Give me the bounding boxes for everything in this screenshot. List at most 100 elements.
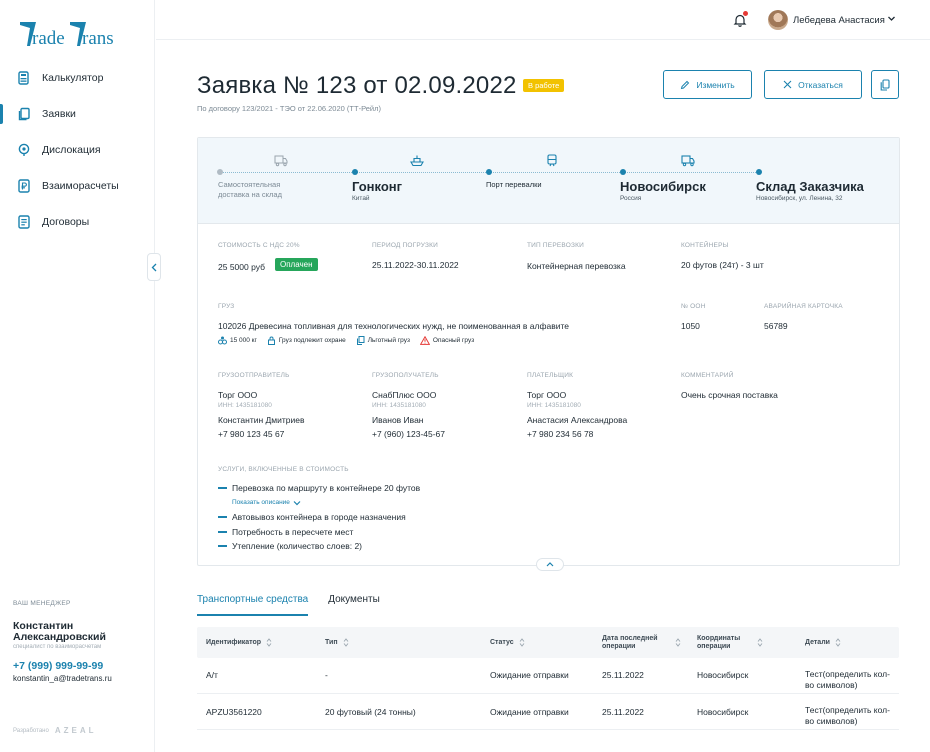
chevron-down-icon bbox=[293, 500, 301, 505]
consignee-label: ГРУЗОПОЛУЧАТЕЛЬ bbox=[372, 372, 439, 379]
column-header-label: Идентификатор bbox=[206, 638, 262, 646]
comment-label: КОММЕНТАРИЙ bbox=[681, 372, 734, 379]
cell-identifier: APZU3561220 bbox=[206, 707, 262, 717]
tabs: Транспортные средства Документы bbox=[197, 594, 380, 616]
sidebar-item-calculator[interactable]: Калькулятор bbox=[0, 60, 155, 96]
sidebar-item-settlements[interactable]: Взаиморасчеты bbox=[0, 168, 155, 204]
sidebar-item-orders[interactable]: Заявки bbox=[0, 96, 155, 132]
consignee-phone: +7 (960) 123-45-67 bbox=[372, 429, 446, 439]
cargo-tag-label: Опасный груз bbox=[432, 337, 475, 344]
cancel-button-label: Отказаться bbox=[798, 79, 843, 90]
cell-identifier: А/т bbox=[206, 670, 218, 680]
consignee-contact: Иванов Иван bbox=[372, 415, 424, 425]
copy-button[interactable] bbox=[871, 70, 899, 99]
route-stop-sub: Китай bbox=[352, 195, 370, 202]
sidebar-item-label: Калькулятор bbox=[42, 72, 104, 84]
sidebar-collapse-button[interactable] bbox=[147, 253, 161, 281]
calculator-icon bbox=[17, 71, 31, 85]
manager-name: Константин Александровский bbox=[13, 620, 106, 643]
route-dot bbox=[217, 169, 223, 175]
copy-icon bbox=[880, 78, 890, 91]
transport-type-value: Контейнерная перевозка bbox=[527, 261, 626, 271]
copy-icon bbox=[356, 336, 365, 345]
chevron-up-icon bbox=[546, 562, 554, 567]
column-header-status[interactable]: Статус bbox=[490, 627, 525, 658]
route-stop-name: Новосибирск bbox=[620, 179, 706, 194]
column-header-details[interactable]: Детали bbox=[805, 627, 841, 658]
tab-vehicles[interactable]: Транспортные средства bbox=[197, 594, 309, 616]
sort-icon bbox=[343, 638, 348, 647]
column-header-type[interactable]: Тип bbox=[325, 627, 349, 658]
emergency-card-value: 56789 bbox=[764, 321, 788, 331]
cargo-tag: Льготный груз bbox=[356, 336, 410, 345]
service-item: Автовывоз контейнера в городе назначения bbox=[218, 512, 406, 522]
weight-icon bbox=[218, 336, 227, 345]
warning-icon bbox=[419, 336, 430, 345]
cost-label: СТОИМОСТЬ С НДС 20% bbox=[218, 242, 300, 249]
sidebar-item-label: Договоры bbox=[42, 216, 90, 228]
route-dot bbox=[756, 169, 762, 175]
cell-details: Тест(определить кол-во символов) bbox=[805, 705, 890, 726]
payer-contact: Анастасия Александрова bbox=[527, 415, 628, 425]
tab-documents[interactable]: Документы bbox=[328, 594, 380, 616]
column-header-label: Статус bbox=[490, 638, 514, 646]
table-header: Идентификатор Тип Статус Дата последней … bbox=[197, 627, 899, 658]
paid-badge: Оплачен bbox=[275, 258, 318, 271]
tradetrans-logo[interactable]: rade rans bbox=[18, 16, 118, 48]
manager-email[interactable]: konstantin_a@tradetrans.ru bbox=[13, 674, 153, 683]
shipper-company: Торг ООО bbox=[218, 390, 258, 400]
cargo-tags: 15 000 кг Груз подлежит охране Льготный … bbox=[218, 336, 474, 345]
table-row[interactable]: APZU3561220 20 футовый (24 тонны) Ожидан… bbox=[197, 694, 899, 730]
collapse-card-button[interactable] bbox=[536, 558, 564, 571]
sidebar-item-label: Заявки bbox=[42, 108, 76, 120]
comment-value: Очень срочная поставка bbox=[681, 390, 778, 400]
close-icon bbox=[783, 80, 792, 89]
cargo-tag: 15 000 кг bbox=[218, 336, 257, 345]
cell-type: 20 футовый (24 тонны) bbox=[325, 707, 416, 717]
show-description-link[interactable]: Показать описание bbox=[232, 499, 301, 506]
cost-value: 25 5000 руб bbox=[218, 262, 265, 272]
payer-label: ПЛАТЕЛЬЩИК bbox=[527, 372, 574, 379]
table-row[interactable]: А/т - Ожидание отправки 25.11.2022 Новос… bbox=[197, 658, 899, 694]
sort-icon bbox=[835, 638, 841, 647]
copy-icon bbox=[17, 107, 31, 121]
payer-phone: +7 980 234 56 78 bbox=[527, 429, 594, 439]
ruble-doc-icon bbox=[17, 179, 31, 193]
cargo-tag: Опасный груз bbox=[419, 336, 475, 345]
developer-logo[interactable]: AZEAL bbox=[55, 726, 97, 735]
route-timeline: Самостоятельная доставка на склад Гонкон… bbox=[198, 138, 899, 224]
column-header-operation-coordinates[interactable]: Координаты операции bbox=[697, 627, 777, 658]
cell-status: Ожидание отправки bbox=[490, 707, 569, 717]
cell-date: 25.11.2022 bbox=[602, 707, 644, 717]
sidebar-item-label: Взаиморасчеты bbox=[42, 180, 119, 192]
truck-icon bbox=[274, 154, 288, 167]
order-details-card: Самостоятельная доставка на склад Гонкон… bbox=[197, 137, 900, 571]
cargo-value: 102026 Древесина топливная для технологи… bbox=[218, 321, 569, 331]
developer-label: Разработано bbox=[13, 727, 49, 734]
cargo-tag: Груз подлежит охране bbox=[267, 336, 346, 345]
route-stop-name: Гонконг bbox=[352, 179, 403, 194]
loading-period-value: 25.11.2022-30.11.2022 bbox=[372, 260, 459, 270]
cell-coordinates: Новосибирск bbox=[697, 707, 749, 717]
manager-phone[interactable]: +7 (999) 999-99-99 bbox=[13, 660, 153, 672]
route-stop-origin: Самостоятельная доставка на склад bbox=[218, 180, 282, 199]
chevron-down-icon[interactable] bbox=[887, 14, 896, 23]
cargo-label: ГРУЗ bbox=[218, 303, 235, 310]
order-subtitle: По договору 123/2021 - ТЭО от 22.06.2020… bbox=[197, 104, 381, 113]
user-name[interactable]: Лебедева Анастасия bbox=[793, 15, 885, 26]
sidebar-item-dislocation[interactable]: Дислокация bbox=[0, 132, 155, 168]
cell-status: Ожидание отправки bbox=[490, 670, 569, 680]
notification-dot bbox=[743, 11, 748, 16]
service-item: Перевозка по маршруту в контейнере 20 фу… bbox=[218, 483, 420, 493]
column-header-identifier[interactable]: Идентификатор bbox=[206, 627, 272, 658]
chevron-left-icon bbox=[151, 263, 157, 271]
sidebar-item-contracts[interactable]: Договоры bbox=[0, 204, 155, 240]
edit-button[interactable]: Изменить bbox=[663, 70, 752, 99]
cancel-button[interactable]: Отказаться bbox=[764, 70, 862, 99]
shipper-label: ГРУЗООТПРАВИТЕЛЬ bbox=[218, 372, 290, 379]
column-header-last-operation-date[interactable]: Дата последней операции bbox=[602, 627, 686, 658]
consignee-company: СнабПлюс ООО bbox=[372, 390, 437, 400]
sidebar-nav: Калькулятор Заявки Дислокация Взаиморасч… bbox=[0, 60, 155, 240]
avatar[interactable] bbox=[768, 10, 788, 30]
route-dot bbox=[352, 169, 358, 175]
